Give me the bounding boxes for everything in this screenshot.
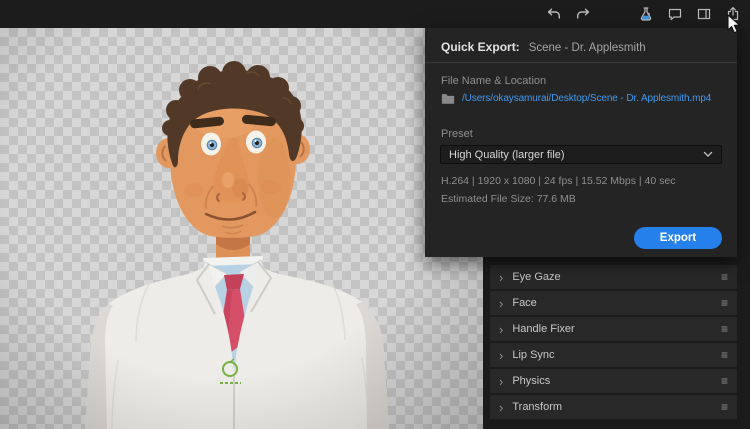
redo-button[interactable] (574, 5, 592, 23)
share-button[interactable] (724, 5, 742, 23)
export-file-path-link[interactable]: /Users/okaysamurai/Desktop/Scene - Dr. A… (462, 93, 711, 104)
behavior-label: Face (512, 297, 537, 309)
row-menu-icon[interactable]: ≡ (721, 349, 728, 361)
divider (425, 62, 737, 63)
comment-button[interactable] (666, 5, 684, 23)
preset-dropdown[interactable]: High Quality (larger file) (440, 145, 722, 164)
beaker-button[interactable] (637, 5, 655, 23)
behavior-row-lip-sync[interactable]: › Lip Sync ≡ (490, 343, 737, 367)
expand-chevron-icon[interactable]: › (499, 349, 503, 362)
toolbar-icon-group (545, 0, 742, 28)
panel-title: Quick Export: (441, 40, 520, 54)
behavior-row-handle-fixer[interactable]: › Handle Fixer ≡ (490, 317, 737, 341)
beaker-icon (640, 7, 652, 21)
puppet-dr-applesmith[interactable] (0, 28, 460, 429)
top-toolbar (0, 0, 750, 28)
file-location-label: File Name & Location (441, 75, 547, 87)
scene-canvas[interactable] (0, 28, 483, 429)
expand-chevron-icon[interactable]: › (499, 375, 503, 388)
row-menu-icon[interactable]: ≡ (721, 271, 728, 283)
expand-chevron-icon[interactable]: › (499, 297, 503, 310)
behavior-label: Lip Sync (512, 349, 555, 361)
row-menu-icon[interactable]: ≡ (721, 297, 728, 309)
row-menu-icon[interactable]: ≡ (721, 323, 728, 335)
panel-icon (697, 8, 711, 20)
behavior-row-face[interactable]: › Face ≡ (490, 291, 737, 315)
row-menu-icon[interactable]: ≡ (721, 375, 728, 387)
expand-chevron-icon[interactable]: › (499, 401, 503, 414)
export-panel-header: Quick Export: Scene - Dr. Applesmith (441, 40, 646, 54)
behavior-label: Transform (512, 401, 563, 413)
format-summary: H.264 | 1920 x 1080 | 24 fps | 15.52 Mbp… (441, 175, 676, 187)
behavior-row-transform[interactable]: › Transform ≡ (490, 395, 737, 419)
scene-name: Scene - Dr. Applesmith (528, 42, 646, 54)
file-location-row[interactable]: /Users/okaysamurai/Desktop/Scene - Dr. A… (441, 92, 711, 104)
preset-label: Preset (441, 128, 473, 140)
behavior-row-eye-gaze[interactable]: › Eye Gaze ≡ (490, 265, 737, 289)
share-icon (727, 7, 739, 21)
quick-export-panel: Quick Export: Scene - Dr. Applesmith Fil… (425, 28, 737, 257)
preset-selected-value: High Quality (larger file) (449, 148, 565, 161)
expand-chevron-icon[interactable]: › (499, 271, 503, 284)
behavior-label: Handle Fixer (512, 323, 575, 335)
panel-button[interactable] (695, 5, 713, 23)
estimated-file-size: Estimated File Size: 77.6 MB (441, 193, 576, 205)
undo-button[interactable] (545, 5, 563, 23)
behavior-row-physics[interactable]: › Physics ≡ (490, 369, 737, 393)
export-button[interactable]: Export (634, 227, 722, 249)
undo-icon (547, 8, 560, 19)
row-menu-icon[interactable]: ≡ (721, 401, 728, 413)
behavior-label: Physics (512, 375, 551, 387)
chevron-down-icon (703, 151, 713, 157)
redo-icon (577, 8, 590, 19)
folder-icon (441, 94, 455, 104)
expand-chevron-icon[interactable]: › (499, 323, 503, 336)
comment-icon (668, 8, 682, 21)
behavior-label: Eye Gaze (512, 271, 561, 283)
